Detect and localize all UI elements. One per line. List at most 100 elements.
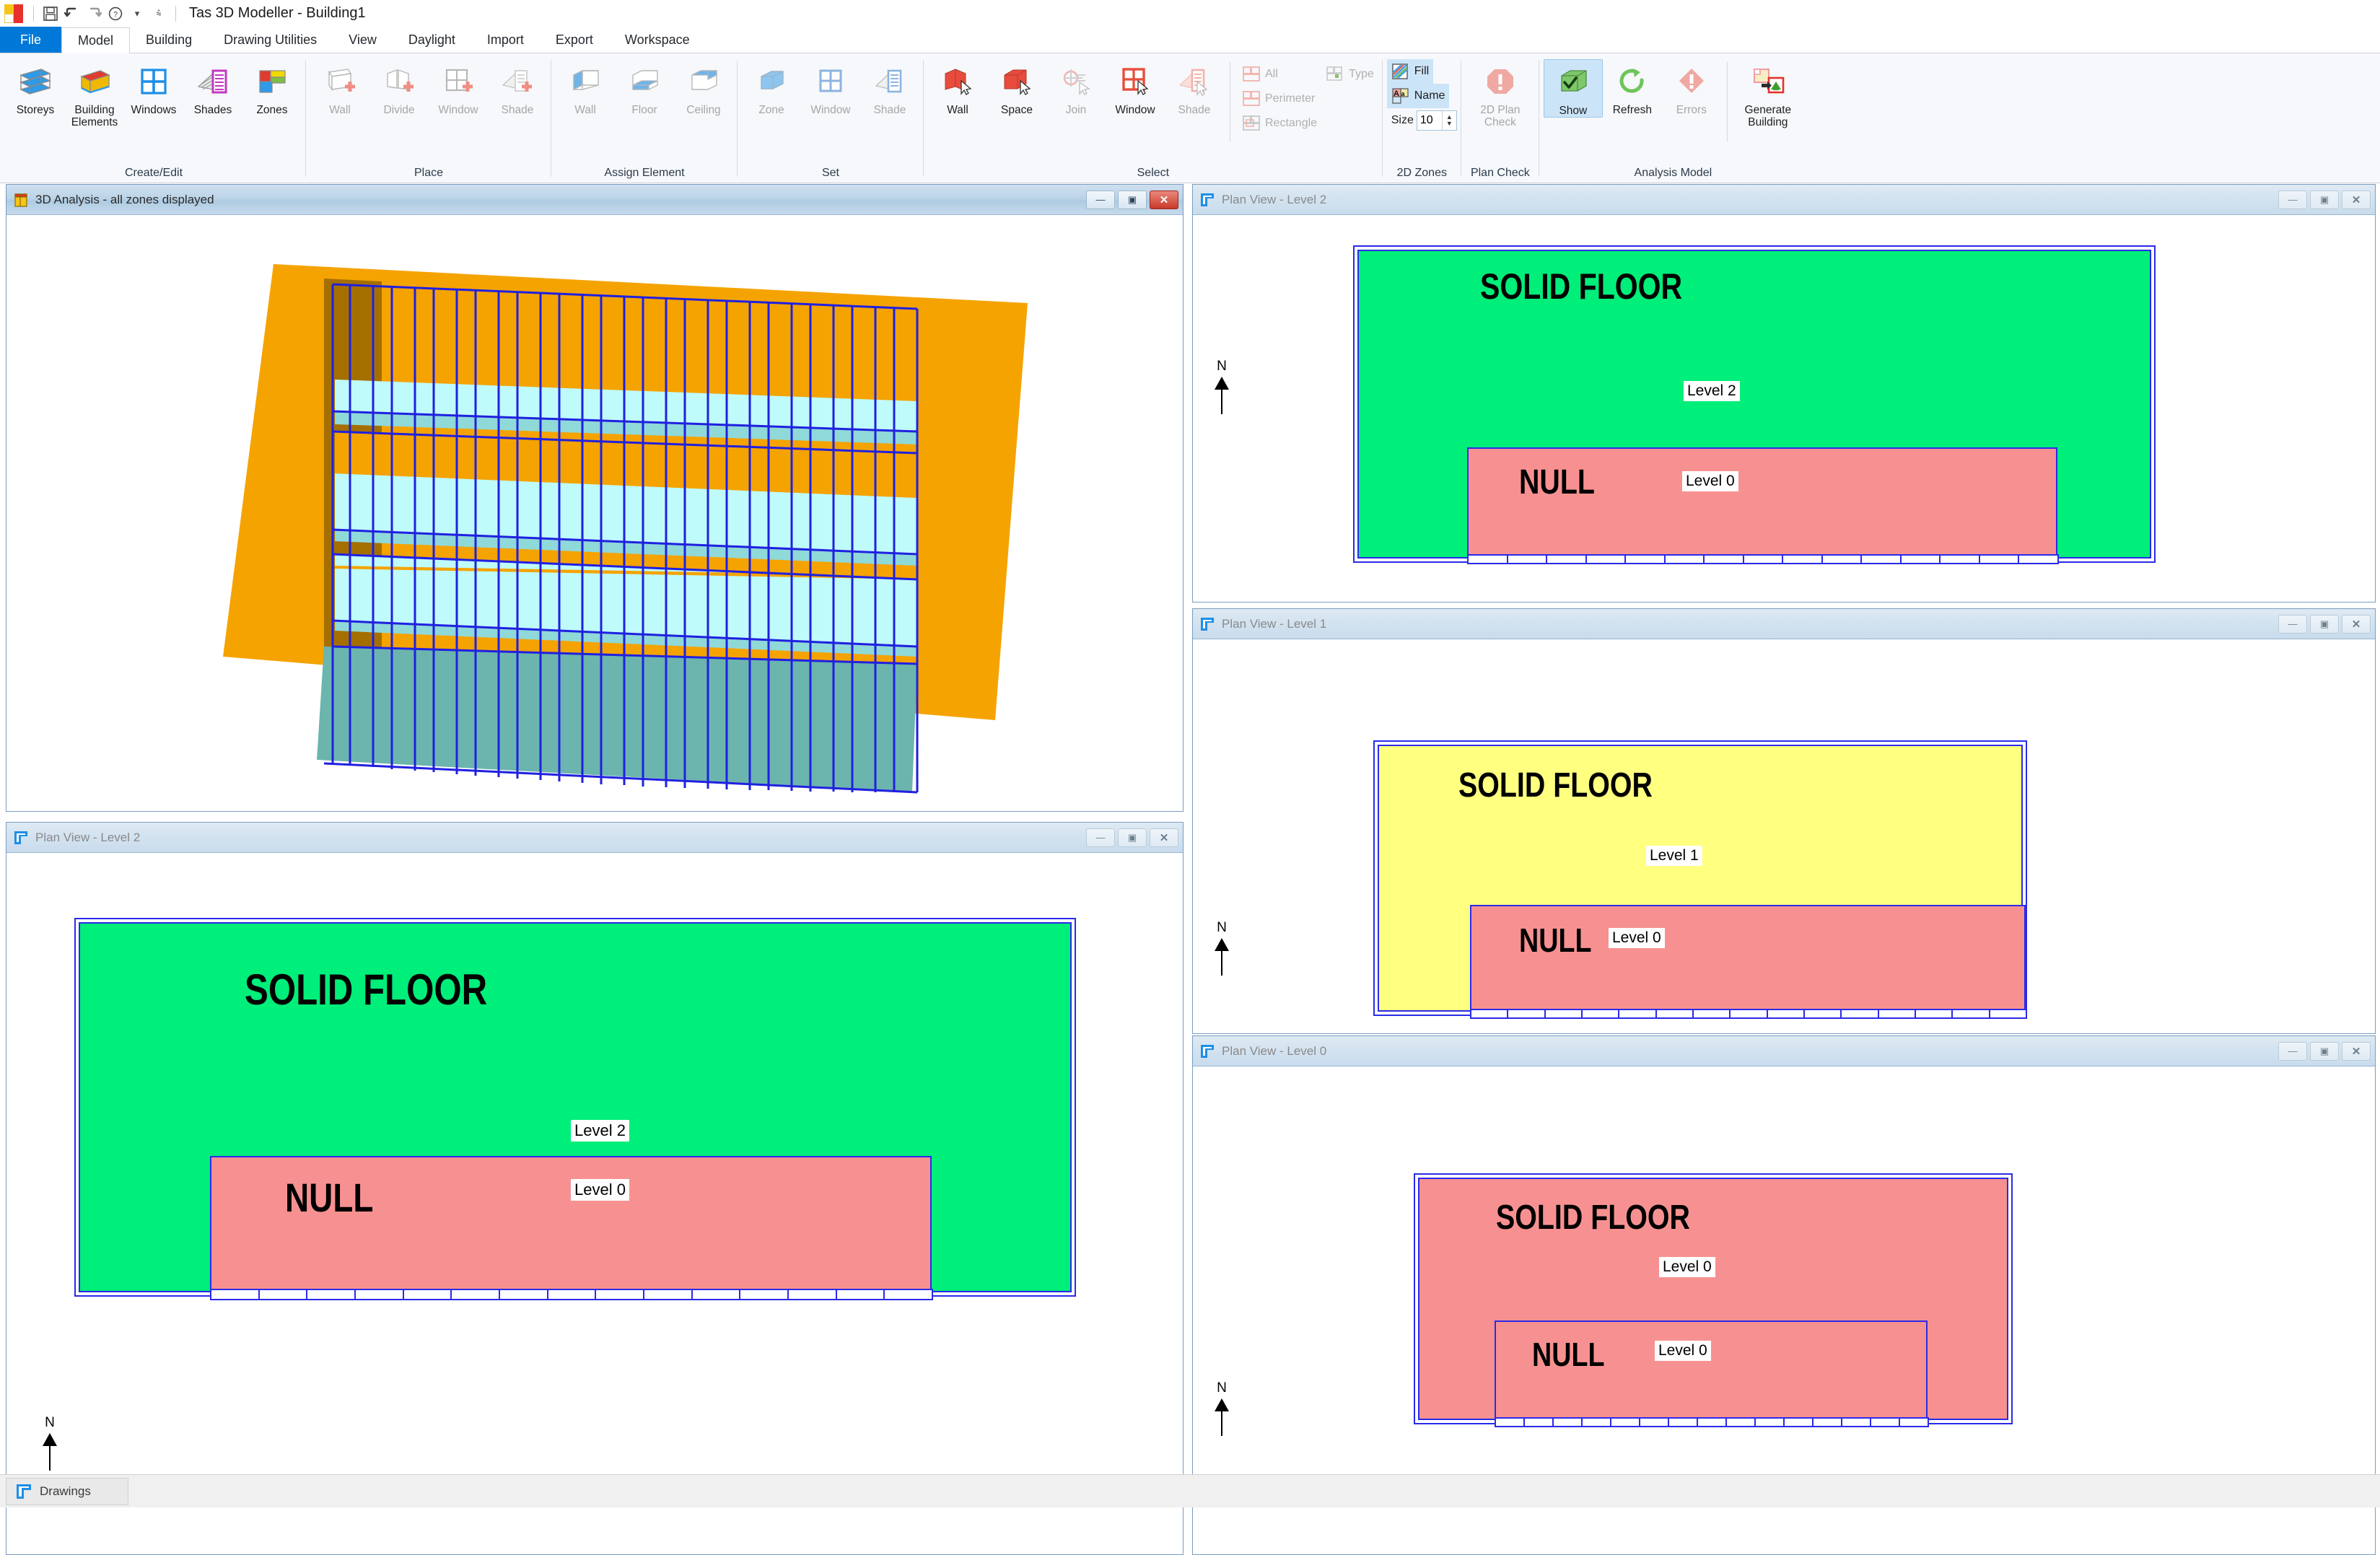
window-plan-level-2-left-title-bar[interactable]: Plan View - Level 2 — ▣ ✕: [6, 823, 1183, 853]
set-shade-button[interactable]: Shade: [860, 59, 919, 116]
window-segment[interactable]: [1507, 1009, 1545, 1019]
window-segment[interactable]: [1581, 1417, 1611, 1427]
window-segment[interactable]: [1552, 1417, 1583, 1427]
window-plan-view-level-1[interactable]: Plan View - Level 1 — ▣ ✕ SOLID FLOOR Le…: [1192, 608, 2376, 1034]
window-segment[interactable]: [1870, 1417, 1900, 1427]
storeys-button[interactable]: Storeys: [6, 59, 65, 116]
window-plan-level-0-title-bar[interactable]: Plan View - Level 0 — ▣ ✕: [1193, 1036, 2375, 1066]
close-button[interactable]: ✕: [2342, 615, 2371, 634]
size-spinner-arrows[interactable]: ▲▼: [1442, 111, 1456, 130]
building-elements-button[interactable]: Building Elements: [65, 59, 124, 129]
window-segment[interactable]: [1581, 1009, 1619, 1019]
window-segment[interactable]: [1989, 1009, 2027, 1019]
tab-workspace[interactable]: Workspace: [609, 27, 706, 53]
select-wall-button[interactable]: Wall: [928, 59, 987, 116]
assign-ceiling-button[interactable]: Ceiling: [674, 59, 733, 116]
window-segment[interactable]: [450, 1289, 500, 1300]
window-strip[interactable]: [1470, 1009, 2026, 1019]
chevron-down-icon[interactable]: ▾: [126, 3, 148, 25]
close-button[interactable]: ✕: [2342, 190, 2371, 209]
window-segment[interactable]: [1754, 1417, 1785, 1427]
window-segment[interactable]: [1743, 554, 1784, 564]
window-segment[interactable]: [1900, 554, 1941, 564]
tab-drawing-utilities[interactable]: Drawing Utilities: [208, 27, 333, 53]
select-window-button[interactable]: Window: [1106, 59, 1165, 116]
errors-button[interactable]: Errors: [1662, 59, 1721, 116]
window-segment[interactable]: [595, 1289, 644, 1300]
window-segment[interactable]: [1878, 1009, 1916, 1019]
window-plan-level-2-left-body[interactable]: SOLID FLOOR Level 2 NULL Level 0: [6, 853, 1183, 1554]
window-segment[interactable]: [1624, 554, 1666, 564]
window-segment[interactable]: [836, 1289, 885, 1300]
tab-file[interactable]: File: [0, 27, 61, 53]
select-shade-button[interactable]: Shade: [1165, 59, 1224, 116]
window-plan-level-2-right-title-bar[interactable]: Plan View - Level 2 — ▣ ✕: [1193, 185, 2375, 215]
window-segment[interactable]: [1899, 1417, 1929, 1427]
undo-icon[interactable]: [61, 3, 83, 25]
minimize-button[interactable]: —: [2278, 615, 2307, 634]
tab-import[interactable]: Import: [471, 27, 540, 53]
place-shade-button[interactable]: Shade: [488, 59, 547, 116]
window-segment[interactable]: [1939, 554, 1980, 564]
window-segment[interactable]: [1725, 1417, 1756, 1427]
window-strip[interactable]: [1467, 554, 2057, 564]
minimize-button[interactable]: —: [2278, 190, 2307, 209]
3d-model-canvas[interactable]: [6, 215, 1183, 811]
tab-export[interactable]: Export: [540, 27, 609, 53]
window-plan-level-1-title-bar[interactable]: Plan View - Level 1 — ▣ ✕: [1193, 609, 2375, 639]
window-segment[interactable]: [1470, 1009, 1508, 1019]
window-segment[interactable]: [1610, 1417, 1640, 1427]
plan-check-button[interactable]: 2D Plan Check: [1466, 59, 1535, 129]
window-segment[interactable]: [2018, 554, 2059, 564]
window-3d-analysis[interactable]: 3D Analysis - all zones displayed — ▣ ✕: [6, 184, 1184, 812]
select-rectangle-button[interactable]: Rectangle: [1238, 111, 1321, 136]
window-segment[interactable]: [258, 1289, 308, 1300]
window-segment[interactable]: [1812, 1417, 1842, 1427]
close-button[interactable]: ✕: [1150, 828, 1178, 847]
window-segment[interactable]: [306, 1289, 356, 1300]
window-plan-level-1-body[interactable]: SOLID FLOOR Level 1 NULL Level 0: [1193, 639, 2375, 1033]
select-space-button[interactable]: Space: [987, 59, 1046, 116]
window-segment[interactable]: [1821, 554, 1863, 564]
window-segment[interactable]: [403, 1289, 452, 1300]
window-segment[interactable]: [1544, 1009, 1583, 1019]
fill-toggle-button[interactable]: Fill: [1387, 59, 1433, 84]
window-segment[interactable]: [1840, 1009, 1878, 1019]
qat-customize-icon[interactable]: ⩯: [148, 3, 170, 25]
tab-building[interactable]: Building: [130, 27, 208, 53]
window-strip[interactable]: [210, 1289, 932, 1300]
restore-button[interactable]: ▣: [1118, 828, 1147, 847]
window-segment[interactable]: [1767, 1009, 1805, 1019]
help-icon[interactable]: ?: [105, 3, 126, 25]
windows-button[interactable]: Windows: [124, 59, 183, 116]
close-button[interactable]: ✕: [2342, 1042, 2371, 1061]
window-segment[interactable]: [1668, 1417, 1698, 1427]
size-stepper[interactable]: 10 ▲▼: [1417, 110, 1457, 131]
tab-model[interactable]: Model: [61, 27, 130, 53]
save-icon[interactable]: [40, 3, 61, 25]
place-wall-button[interactable]: Wall: [310, 59, 369, 116]
window-segment[interactable]: [1523, 1417, 1554, 1427]
window-segment[interactable]: [1783, 1417, 1814, 1427]
select-perimeter-button[interactable]: Perimeter: [1238, 87, 1321, 111]
restore-button[interactable]: ▣: [2310, 1042, 2339, 1061]
window-segment[interactable]: [691, 1289, 741, 1300]
window-segment[interactable]: [643, 1289, 693, 1300]
minimize-button[interactable]: —: [1086, 190, 1115, 209]
assign-wall-button[interactable]: Wall: [556, 59, 615, 116]
window-segment[interactable]: [1495, 1417, 1525, 1427]
window-segment[interactable]: [1803, 1009, 1842, 1019]
size-value[interactable]: 10: [1417, 114, 1442, 127]
window-segment[interactable]: [1618, 1009, 1656, 1019]
window-segment[interactable]: [547, 1289, 597, 1300]
window-segment[interactable]: [354, 1289, 404, 1300]
redo-icon[interactable]: [83, 3, 105, 25]
minimize-button[interactable]: —: [1086, 828, 1115, 847]
window-segment[interactable]: [1951, 1009, 1990, 1019]
generate-building-button[interactable]: Generate Building: [1733, 59, 1803, 129]
window-segment[interactable]: [1467, 554, 1508, 564]
restore-button[interactable]: ▣: [1118, 190, 1147, 209]
assign-floor-button[interactable]: Floor: [615, 59, 674, 116]
refresh-button[interactable]: Refresh: [1603, 59, 1662, 116]
window-segment[interactable]: [1915, 1009, 1953, 1019]
